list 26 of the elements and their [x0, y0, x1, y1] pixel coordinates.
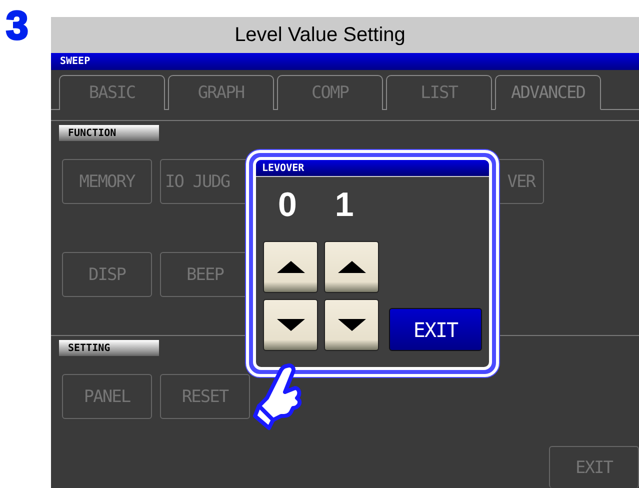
decrement-button[interactable]: [263, 299, 318, 351]
decrement-button[interactable]: [324, 299, 379, 351]
tab[interactable]: COMP: [277, 75, 383, 110]
tab[interactable]: GRAPH: [168, 75, 274, 110]
increment-button[interactable]: [263, 241, 318, 293]
tab[interactable]: BASIC: [59, 75, 165, 110]
dialog-title: LEVOVER: [256, 160, 489, 177]
up-triangle-icon: [276, 261, 304, 273]
function-button[interactable]: RESET: [160, 374, 250, 419]
section-label: SETTING: [59, 340, 159, 356]
down-triangle-icon: [276, 319, 304, 331]
function-button[interactable]: DISP: [62, 252, 152, 297]
down-triangle-icon: [338, 319, 366, 331]
header-label: SWEEP: [60, 56, 90, 67]
tab[interactable]: ADVANCED: [495, 75, 601, 110]
section-label: FUNCTION: [59, 125, 159, 141]
increment-button[interactable]: [324, 241, 379, 293]
step-number: 3: [6, 4, 28, 49]
screen-title: Level Value Setting: [51, 17, 639, 53]
digit: 1: [334, 185, 354, 226]
tab[interactable]: LIST: [386, 75, 492, 110]
function-button[interactable]: MEMORY: [62, 159, 152, 204]
function-button[interactable]: PANEL: [62, 374, 152, 419]
exit-button[interactable]: EXIT: [549, 446, 639, 488]
up-triangle-icon: [338, 261, 366, 273]
exit-button[interactable]: EXIT: [389, 308, 482, 351]
